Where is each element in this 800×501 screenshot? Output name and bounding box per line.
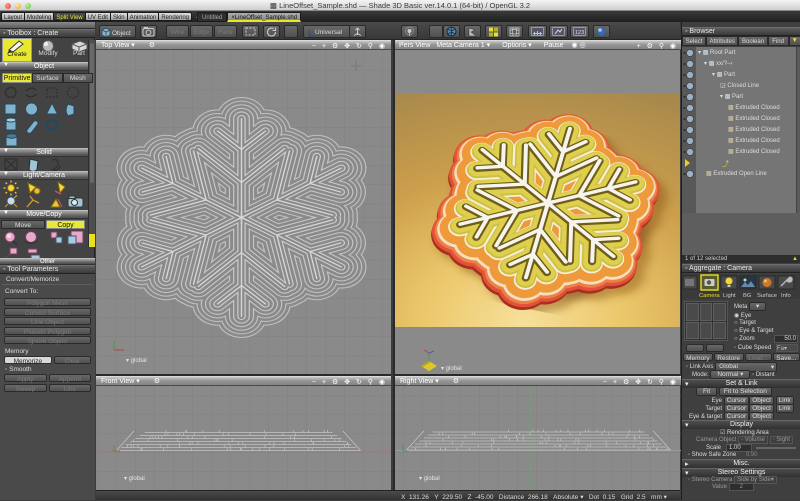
svg-text:▾ global: ▾ global bbox=[441, 366, 462, 372]
svg-text:Info: Info bbox=[781, 293, 791, 299]
svg-text:123: 123 bbox=[575, 30, 584, 36]
svg-text:Surface: Surface bbox=[757, 293, 777, 299]
svg-text:Camera: Camera bbox=[699, 293, 720, 299]
svg-text:▾ global: ▾ global bbox=[419, 476, 440, 482]
svg-text:▾ global: ▾ global bbox=[124, 476, 145, 482]
svg-text:BG: BG bbox=[743, 293, 752, 299]
svg-text:▾ global: ▾ global bbox=[126, 358, 147, 364]
svg-text:Light: Light bbox=[723, 293, 736, 299]
